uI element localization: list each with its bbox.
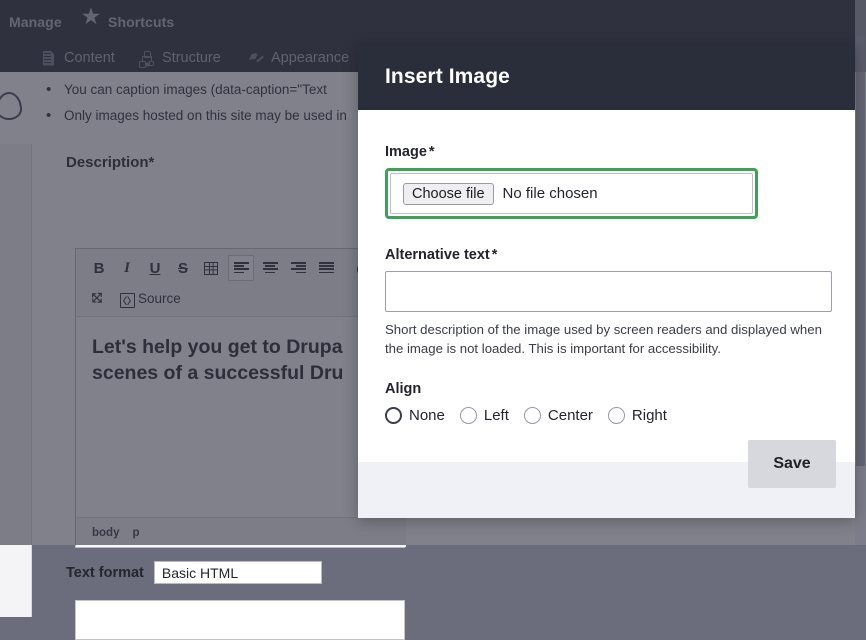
alt-text-label: Alternative text* xyxy=(385,247,828,263)
text-format-label: Text format xyxy=(66,565,144,581)
radio-none[interactable] xyxy=(385,407,402,424)
insert-image-dialog: Insert Image Image* Choose file No file … xyxy=(358,44,855,518)
dialog-body: Image* Choose file No file chosen Altern… xyxy=(358,110,855,462)
choose-file-button[interactable]: Choose file xyxy=(403,183,494,205)
text-format-row: Text format Basic HTML xyxy=(66,561,322,584)
save-button[interactable]: Save xyxy=(748,440,836,488)
radio-center[interactable] xyxy=(524,407,541,424)
align-option-center[interactable]: Center xyxy=(524,407,593,424)
align-label-none: None xyxy=(409,407,445,424)
align-label-center: Center xyxy=(548,407,593,424)
align-option-right[interactable]: Right xyxy=(608,407,667,424)
image-required-marker: * xyxy=(429,144,435,160)
dialog-header: Insert Image xyxy=(358,44,855,110)
alt-text-description: Short description of the image used by s… xyxy=(385,321,835,358)
align-option-left[interactable]: Left xyxy=(460,407,509,424)
alt-text-input[interactable] xyxy=(385,271,832,312)
radio-right[interactable] xyxy=(608,407,625,424)
text-format-select[interactable]: Basic HTML xyxy=(154,561,322,584)
align-label: Align xyxy=(385,381,828,397)
page-scrollbar[interactable] xyxy=(855,0,866,545)
file-status-text: No file chosen xyxy=(503,185,598,202)
dialog-footer: Save xyxy=(358,462,855,518)
image-field-focus-ring: Choose file No file chosen xyxy=(385,168,758,219)
align-radio-group: None Left Center Right xyxy=(385,407,828,424)
alt-required-marker: * xyxy=(492,247,498,263)
dialog-title: Insert Image xyxy=(385,65,510,89)
page-scrollbar-thumb[interactable] xyxy=(856,36,865,466)
radio-left[interactable] xyxy=(460,407,477,424)
file-input[interactable]: Choose file No file chosen xyxy=(390,173,753,214)
align-label-right: Right xyxy=(632,407,667,424)
image-field-label: Image* xyxy=(385,144,828,160)
align-label-left: Left xyxy=(484,407,509,424)
lower-form-box xyxy=(75,600,405,640)
align-option-none[interactable]: None xyxy=(385,407,445,424)
